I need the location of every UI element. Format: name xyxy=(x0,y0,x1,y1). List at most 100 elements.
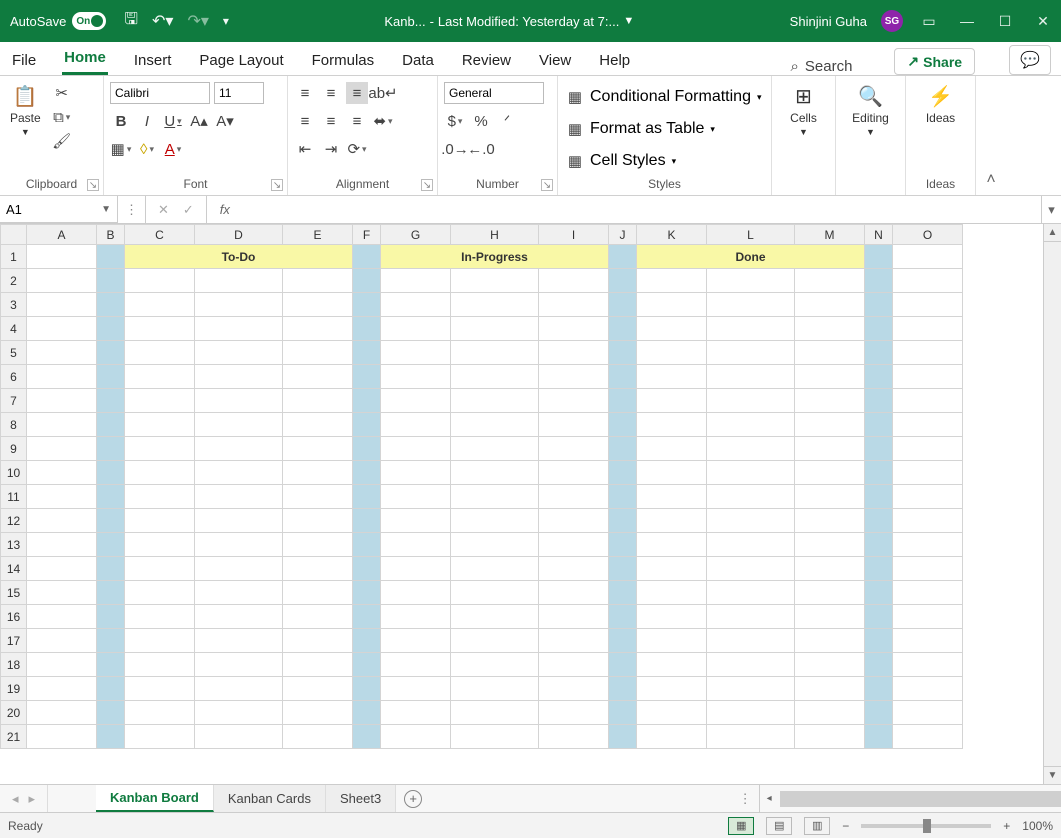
cell-J10[interactable] xyxy=(609,461,637,485)
cell-F2[interactable] xyxy=(353,269,381,293)
cell-K16[interactable] xyxy=(637,605,707,629)
cell-I14[interactable] xyxy=(539,557,609,581)
normal-view-icon[interactable]: ▦ xyxy=(728,817,754,835)
cell-O8[interactable] xyxy=(893,413,963,437)
cell-D18[interactable] xyxy=(195,653,283,677)
cell-G13[interactable] xyxy=(381,533,451,557)
cell-N5[interactable] xyxy=(865,341,893,365)
cell-B2[interactable] xyxy=(97,269,125,293)
cell-H2[interactable] xyxy=(451,269,539,293)
cell-L3[interactable] xyxy=(707,293,795,317)
row-header-19[interactable]: 19 xyxy=(1,677,27,701)
cell-A12[interactable] xyxy=(27,509,97,533)
cell-C9[interactable] xyxy=(125,437,195,461)
cell-C16[interactable] xyxy=(125,605,195,629)
cell-A10[interactable] xyxy=(27,461,97,485)
cell-G15[interactable] xyxy=(381,581,451,605)
cell-F4[interactable] xyxy=(353,317,381,341)
cell-E7[interactable] xyxy=(283,389,353,413)
undo-icon[interactable]: ↶▾ xyxy=(152,11,173,31)
sheet-nav[interactable]: ◂▸ xyxy=(0,785,48,812)
cell-G17[interactable] xyxy=(381,629,451,653)
cell-C7[interactable] xyxy=(125,389,195,413)
cell-N9[interactable] xyxy=(865,437,893,461)
cell-O3[interactable] xyxy=(893,293,963,317)
cell-C21[interactable] xyxy=(125,725,195,749)
cell-I13[interactable] xyxy=(539,533,609,557)
cell-N2[interactable] xyxy=(865,269,893,293)
cell-H17[interactable] xyxy=(451,629,539,653)
hscroll-track[interactable] xyxy=(780,791,1041,807)
cell-I19[interactable] xyxy=(539,677,609,701)
cell-C11[interactable] xyxy=(125,485,195,509)
select-all-corner[interactable] xyxy=(1,225,27,245)
cell-D3[interactable] xyxy=(195,293,283,317)
cell-N1[interactable] xyxy=(865,245,893,269)
cell-C6[interactable] xyxy=(125,365,195,389)
cell-G9[interactable] xyxy=(381,437,451,461)
customize-qat-icon[interactable]: ▾ xyxy=(223,14,229,28)
formula-input[interactable] xyxy=(243,196,1041,223)
row-header-20[interactable]: 20 xyxy=(1,701,27,725)
cell-J9[interactable] xyxy=(609,437,637,461)
maximize-icon[interactable]: ☐ xyxy=(993,13,1017,30)
cell-L18[interactable] xyxy=(707,653,795,677)
col-header-O[interactable]: O xyxy=(893,225,963,245)
cell-A13[interactable] xyxy=(27,533,97,557)
prev-sheet-icon[interactable]: ◂ xyxy=(12,791,19,807)
cell-K14[interactable] xyxy=(637,557,707,581)
cell-N12[interactable] xyxy=(865,509,893,533)
save-icon[interactable]: 🖫 xyxy=(124,8,138,35)
cell-C19[interactable] xyxy=(125,677,195,701)
cell-D17[interactable] xyxy=(195,629,283,653)
cell-I4[interactable] xyxy=(539,317,609,341)
cell-D2[interactable] xyxy=(195,269,283,293)
bold-icon[interactable]: B xyxy=(110,110,132,132)
page-layout-view-icon[interactable]: ▤ xyxy=(766,817,792,835)
cell-O15[interactable] xyxy=(893,581,963,605)
cell-B11[interactable] xyxy=(97,485,125,509)
tab-help[interactable]: Help xyxy=(597,46,632,75)
cell-F7[interactable] xyxy=(353,389,381,413)
cell-J11[interactable] xyxy=(609,485,637,509)
cell-A1[interactable] xyxy=(27,245,97,269)
cell-B19[interactable] xyxy=(97,677,125,701)
col-header-D[interactable]: D xyxy=(195,225,283,245)
cell-A21[interactable] xyxy=(27,725,97,749)
cell-D16[interactable] xyxy=(195,605,283,629)
cell-F10[interactable] xyxy=(353,461,381,485)
cell-D10[interactable] xyxy=(195,461,283,485)
cell-M7[interactable] xyxy=(795,389,865,413)
cell-E13[interactable] xyxy=(283,533,353,557)
col-header-L[interactable]: L xyxy=(707,225,795,245)
cell-J3[interactable] xyxy=(609,293,637,317)
cell-M17[interactable] xyxy=(795,629,865,653)
cell-B6[interactable] xyxy=(97,365,125,389)
col-header-K[interactable]: K xyxy=(637,225,707,245)
col-header-M[interactable]: M xyxy=(795,225,865,245)
cell-E6[interactable] xyxy=(283,365,353,389)
cell-D20[interactable] xyxy=(195,701,283,725)
borders-icon[interactable]: ▦ xyxy=(110,138,132,160)
increase-indent-icon[interactable]: ⇥ xyxy=(320,138,342,160)
cell-O7[interactable] xyxy=(893,389,963,413)
cell-E5[interactable] xyxy=(283,341,353,365)
cell-L4[interactable] xyxy=(707,317,795,341)
cell-O11[interactable] xyxy=(893,485,963,509)
cell-A3[interactable] xyxy=(27,293,97,317)
cell-D11[interactable] xyxy=(195,485,283,509)
cell-E21[interactable] xyxy=(283,725,353,749)
cell-D21[interactable] xyxy=(195,725,283,749)
close-icon[interactable]: ✕ xyxy=(1031,13,1055,30)
cell-I12[interactable] xyxy=(539,509,609,533)
zoom-slider[interactable] xyxy=(861,824,991,828)
cell-H12[interactable] xyxy=(451,509,539,533)
cell-A2[interactable] xyxy=(27,269,97,293)
decrease-indent-icon[interactable]: ⇤ xyxy=(294,138,316,160)
cell-C4[interactable] xyxy=(125,317,195,341)
cell-C20[interactable] xyxy=(125,701,195,725)
row-header-12[interactable]: 12 xyxy=(1,509,27,533)
cell-H9[interactable] xyxy=(451,437,539,461)
cell-G10[interactable] xyxy=(381,461,451,485)
sheet-options-icon[interactable]: ⋮ xyxy=(731,785,759,812)
